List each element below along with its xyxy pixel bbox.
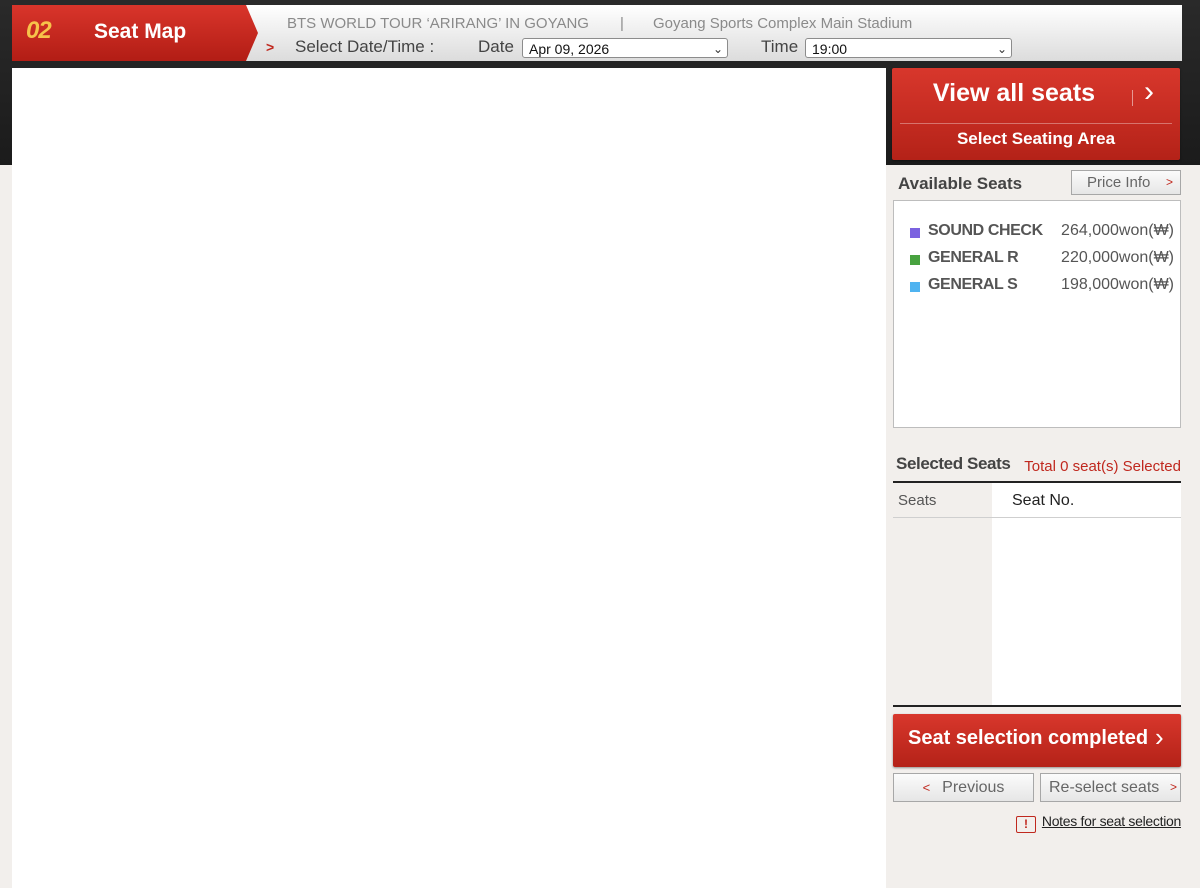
warning-icon: ! (1015, 816, 1036, 833)
title-separator: | (620, 15, 624, 32)
time-label: Time (761, 37, 799, 56)
date-label: Date (478, 37, 514, 56)
grade-name: GENERAL S (928, 276, 1018, 293)
price-info-button[interactable]: Price Info > (1071, 170, 1181, 195)
view-all-label: View all seats (932, 79, 1096, 107)
reselect-label: Re-select seats (1049, 779, 1160, 796)
grade-price: 198,000won(₩) (1061, 276, 1174, 293)
button-divider (1132, 90, 1133, 106)
chevron-right-icon: > (266, 39, 275, 55)
time-select-value: 19:00 (812, 41, 848, 57)
table-header-seats: Seats (898, 492, 937, 509)
grade-name: SOUND CHECK (928, 222, 1043, 239)
grade-name: GENERAL R (928, 249, 1019, 266)
table-header-rule (893, 517, 1181, 518)
view-all-seats-button[interactable]: View all seats › Select Seating Area (892, 68, 1180, 160)
chevron-right-icon: > (1165, 175, 1173, 189)
chevron-left-icon: < (922, 780, 931, 795)
notes-for-seat-selection-link[interactable]: ! Notes for seat selection (1015, 813, 1181, 833)
grade-item-sound-check[interactable]: SOUND CHECK 264,000won(₩) (908, 221, 1180, 243)
available-seats-heading: Available Seats (898, 174, 1023, 193)
selected-seats-heading: Selected Seats (896, 454, 1011, 473)
seat-selection-completed-button[interactable]: Seat selection completed › (893, 714, 1181, 767)
venue-name: Goyang Sports Complex Main Stadium (653, 15, 913, 32)
header-bar: 02 Seat Map BTS WORLD TOUR ‘ARIRANG’ IN … (12, 5, 1182, 61)
chevron-right-icon: > (1169, 780, 1177, 794)
selected-seats-table: Seats Seat No. (893, 481, 1181, 707)
date-select-value: Apr 09, 2026 (529, 41, 610, 57)
select-seating-area-label: Select Seating Area (956, 129, 1116, 148)
notes-label: Notes for seat selection (1041, 813, 1181, 829)
grade-color-swatch (910, 282, 920, 292)
seat-map-canvas[interactable] (12, 68, 886, 888)
grade-color-swatch (910, 228, 920, 238)
chevron-down-icon: ⌄ (996, 42, 1007, 56)
grade-item-general-s[interactable]: GENERAL S 198,000won(₩) (908, 275, 1180, 297)
reselect-seats-button[interactable]: Re-select seats > (1040, 773, 1181, 802)
step-indicator: 02 Seat Map (12, 5, 258, 61)
step-number: 02 (26, 17, 52, 44)
chevron-down-icon: ⌄ (712, 42, 723, 56)
table-header-seat-no: Seat No. (1012, 492, 1075, 509)
grade-color-swatch (910, 255, 920, 265)
grade-price: 220,000won(₩) (1061, 249, 1174, 266)
previous-label: Previous (942, 779, 1005, 796)
chevron-right-icon: › (1144, 75, 1154, 108)
complete-label: Seat selection completed (908, 727, 1149, 749)
available-seats-list: SOUND CHECK 264,000won(₩) GENERAL R 220,… (893, 200, 1181, 428)
grade-item-general-r[interactable]: GENERAL R 220,000won(₩) (908, 248, 1180, 270)
price-info-label: Price Info (1087, 174, 1151, 191)
selected-seats-total: Total 0 seat(s) Selected (1024, 458, 1181, 475)
right-panel: View all seats › Select Seating Area Ava… (887, 68, 1200, 888)
chevron-right-icon: › (1155, 722, 1164, 752)
time-select[interactable]: 19:00 ⌄ (805, 38, 1012, 58)
previous-button[interactable]: < Previous (893, 773, 1034, 802)
button-rule (900, 123, 1172, 124)
grade-price: 264,000won(₩) (1061, 222, 1174, 239)
date-select[interactable]: Apr 09, 2026 ⌄ (522, 38, 728, 58)
step-title: Seat Map (94, 20, 187, 43)
event-title: BTS WORLD TOUR ‘ARIRANG’ IN GOYANG (287, 15, 589, 32)
select-datetime-label: Select Date/Time : (295, 37, 435, 56)
